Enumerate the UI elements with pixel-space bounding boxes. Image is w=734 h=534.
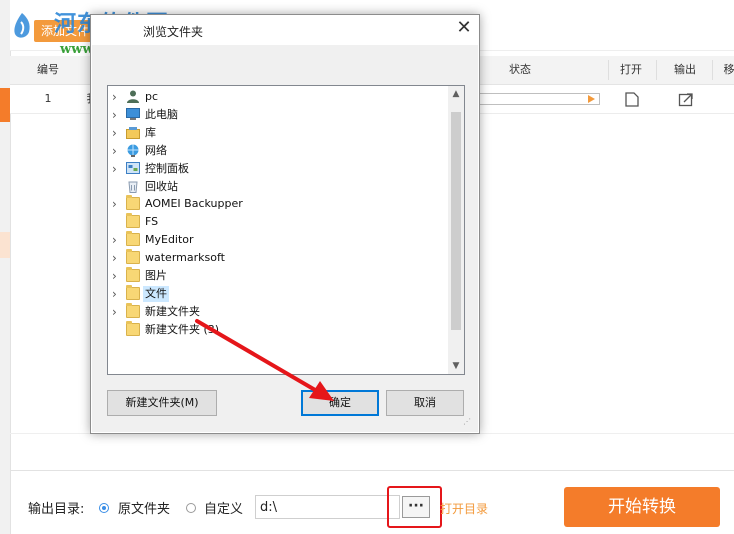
tree-item-label: 新建文件夹 bbox=[145, 304, 200, 318]
column-divider bbox=[656, 60, 657, 80]
tree-item-label: 图片 bbox=[145, 269, 167, 282]
radio-custom[interactable] bbox=[186, 503, 196, 513]
control-panel-icon bbox=[126, 161, 140, 175]
tree-item-label: 网络 bbox=[145, 143, 167, 157]
tree-item[interactable]: › 图片 bbox=[108, 267, 446, 285]
tree-item[interactable]: › 新建文件夹 bbox=[108, 302, 446, 321]
watermark-logo-icon bbox=[14, 13, 30, 38]
vertical-scrollbar[interactable]: ▲ ▼ bbox=[448, 86, 464, 374]
tree-item-label: pc bbox=[145, 90, 159, 103]
tree-item[interactable]: FS bbox=[108, 213, 446, 231]
dialog-title: 浏览文件夹 bbox=[143, 25, 204, 39]
chevron-right-icon[interactable]: › bbox=[112, 233, 117, 247]
chevron-right-icon[interactable]: › bbox=[112, 287, 117, 301]
start-convert-button[interactable]: 开始转换 bbox=[564, 487, 720, 527]
status-progress-bar bbox=[478, 93, 600, 105]
chevron-right-icon[interactable]: › bbox=[112, 197, 117, 211]
chevron-right-icon[interactable]: › bbox=[112, 90, 117, 104]
tree-item-label: watermarksoft bbox=[145, 251, 225, 265]
annotation-highlight-box bbox=[387, 486, 442, 528]
tree-item[interactable]: 回收站 bbox=[108, 178, 446, 196]
column-header-index: 编号 bbox=[37, 63, 59, 76]
folder-icon bbox=[126, 284, 140, 300]
radio-source-folder[interactable] bbox=[99, 503, 109, 513]
scroll-down-icon[interactable]: ▼ bbox=[448, 358, 464, 374]
folder-icon bbox=[126, 249, 140, 265]
folder-tree[interactable]: › pc › 此电脑 › 库 › 网络 › 控制面板 回收站 › AOMEI Backupper FS › M… bbox=[107, 85, 465, 375]
tree-item-label: MyEditor bbox=[145, 233, 194, 247]
sidebar-active-marker bbox=[0, 88, 10, 122]
radio-selected-dot bbox=[102, 506, 106, 510]
tree-item-label: 文件 bbox=[143, 285, 169, 302]
tree-item[interactable]: 新建文件夹 (3) bbox=[108, 320, 446, 339]
tree-item[interactable]: › 此电脑 bbox=[108, 106, 446, 124]
scroll-up-icon[interactable]: ▲ bbox=[448, 86, 464, 102]
folder-icon bbox=[126, 267, 140, 282]
network-icon bbox=[126, 144, 140, 157]
chevron-right-icon[interactable]: › bbox=[112, 251, 117, 265]
tree-item[interactable]: › 文件 bbox=[108, 284, 446, 303]
recycle-bin-icon bbox=[126, 180, 140, 193]
tree-item[interactable]: › watermarksoft bbox=[108, 249, 446, 267]
tree-item-label: 此电脑 bbox=[145, 107, 178, 121]
column-divider bbox=[608, 60, 609, 80]
output-directory-label: 输出目录: bbox=[28, 502, 85, 517]
chevron-right-icon[interactable]: › bbox=[112, 126, 117, 140]
tree-item[interactable]: › 网络 bbox=[108, 142, 446, 160]
radio-custom-label[interactable]: 自定义 bbox=[204, 498, 243, 517]
library-icon bbox=[126, 126, 140, 139]
confirm-button[interactable]: 确定 bbox=[301, 390, 379, 416]
column-divider bbox=[712, 60, 713, 80]
column-header-output: 输出 bbox=[674, 63, 696, 76]
folder-icon bbox=[126, 320, 140, 336]
cancel-button[interactable]: 取消 bbox=[386, 390, 464, 416]
tree-item[interactable]: › AOMEI Backupper bbox=[108, 195, 446, 213]
chevron-right-icon[interactable]: › bbox=[112, 305, 117, 319]
tree-item-label: 控制面板 bbox=[145, 161, 189, 175]
column-header-status: 状态 bbox=[509, 63, 531, 76]
open-directory-link[interactable]: 打开目录 bbox=[440, 500, 488, 517]
user-icon bbox=[126, 90, 140, 103]
column-header-open: 打开 bbox=[620, 63, 642, 76]
row-index: 1 bbox=[44, 92, 52, 105]
column-header-move: 移 bbox=[723, 63, 734, 76]
tree-item[interactable]: › 控制面板 bbox=[108, 160, 446, 178]
open-file-icon[interactable] bbox=[624, 92, 640, 107]
tree-item[interactable]: › 库 bbox=[108, 124, 446, 142]
tree-item[interactable]: › pc bbox=[108, 88, 446, 106]
chevron-right-icon[interactable]: › bbox=[112, 144, 117, 158]
chevron-right-icon[interactable]: › bbox=[112, 269, 117, 283]
browse-folder-dialog: 浏览文件夹 ✕ › pc › 此电脑 › 库 › 网络 › 控制面板 回收站 › AOMEI Backu… bbox=[90, 14, 480, 434]
folder-icon bbox=[126, 231, 140, 247]
tree-item-label: FS bbox=[145, 215, 159, 229]
tree-item-label: 回收站 bbox=[145, 179, 178, 193]
folder-icon bbox=[126, 195, 140, 211]
computer-icon bbox=[126, 107, 140, 121]
export-icon[interactable] bbox=[678, 92, 694, 107]
sidebar-secondary-marker bbox=[0, 232, 10, 258]
scroll-thumb[interactable] bbox=[451, 112, 461, 330]
tree-item[interactable]: › MyEditor bbox=[108, 231, 446, 249]
tree-item-label: 新建文件夹 (3) bbox=[145, 322, 220, 336]
tree-item-label: 库 bbox=[145, 125, 156, 139]
divider bbox=[10, 470, 734, 471]
chevron-right-icon[interactable]: › bbox=[112, 108, 117, 122]
new-folder-button[interactable]: 新建文件夹(M) bbox=[107, 390, 217, 416]
close-icon[interactable]: ✕ bbox=[453, 18, 475, 38]
folder-icon bbox=[126, 213, 140, 229]
play-icon[interactable] bbox=[588, 95, 595, 103]
chevron-right-icon[interactable]: › bbox=[112, 162, 117, 176]
folder-icon bbox=[126, 302, 140, 318]
tree-item-label: AOMEI Backupper bbox=[145, 197, 243, 211]
radio-source-folder-label[interactable]: 原文件夹 bbox=[118, 498, 170, 517]
resize-grip-icon[interactable]: ⋰ bbox=[463, 418, 475, 431]
output-path-input[interactable] bbox=[255, 495, 400, 519]
